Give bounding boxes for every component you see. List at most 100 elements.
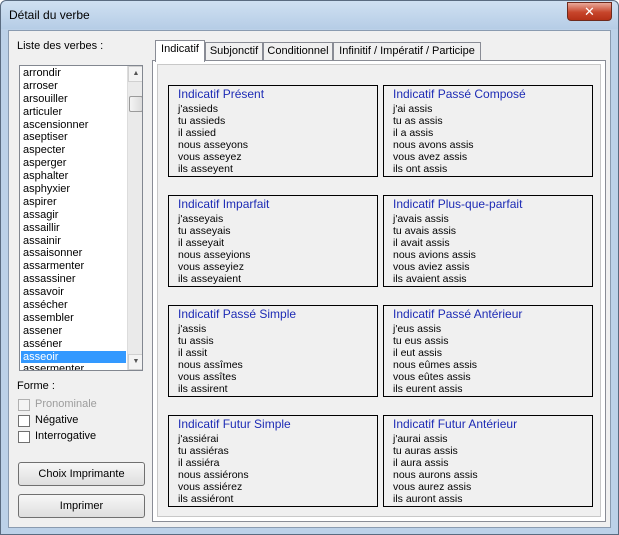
conjugation-line: il avait assis: [393, 237, 450, 249]
tense-title: Indicatif Plus-que-parfait: [393, 197, 523, 211]
conjugation-line: tu assiéras: [178, 445, 229, 457]
conjugation-line: nous eûmes assis: [393, 359, 478, 371]
conjugation-line: vous avez assis: [393, 151, 468, 163]
close-icon: ✕: [584, 4, 595, 19]
print-button[interactable]: Imprimer: [18, 494, 145, 518]
verb-detail-window: Détail du verbe ✕ Liste des verbes : arr…: [0, 0, 619, 535]
conjugation-line: ils auront assis: [393, 493, 463, 505]
verb-list-item[interactable]: assener: [21, 325, 126, 338]
verb-list-item[interactable]: aspirer: [21, 196, 126, 209]
tense-title: Indicatif Futur Antérieur: [393, 417, 518, 431]
conjugation-line: j'avais assis: [393, 213, 449, 225]
verb-list-item[interactable]: asséner: [21, 338, 126, 351]
conjugation-line: j'aurai assis: [393, 433, 448, 445]
tense-title: Indicatif Futur Simple: [178, 417, 291, 431]
conjugation-lines: j'assis tu assis il assit nous assîmes vous …: [178, 323, 243, 395]
verb-list-item[interactable]: assaisonner: [21, 247, 126, 260]
tab-conditionnel[interactable]: Conditionnel: [263, 42, 333, 61]
conjugation-lines: j'eus assis tu eus assis il eut assis nous …: [393, 323, 477, 395]
verb-list-item[interactable]: asperger: [21, 157, 126, 170]
verb-list[interactable]: arrondir arroser arsouiller articuler ascens…: [19, 65, 143, 371]
tab-subjonctif[interactable]: Subjonctif: [205, 42, 263, 61]
conjugation-line: j'assiérai: [178, 433, 219, 445]
scroll-up-button[interactable]: ▲: [128, 66, 142, 82]
conjugation-lines: j'asseyais tu asseyais il asseyait nous ass…: [178, 213, 250, 285]
tense-title: Indicatif Présent: [178, 87, 265, 101]
conjugation-line: ils ont assis: [393, 163, 448, 175]
conjugation-line: nous assiérons: [178, 469, 249, 481]
conjugation-line: tu avais assis: [393, 225, 457, 237]
dialog-client-area: Liste des verbes : arrondir arroser arsoui…: [8, 30, 611, 528]
verb-list-label: Liste des verbes :: [17, 40, 104, 52]
verb-list-item[interactable]: assaillir: [21, 222, 126, 235]
tab-indicatif[interactable]: Indicatif: [155, 40, 205, 62]
conjugation-lines: j'ai assis tu as assis il a assis nous avon…: [393, 103, 474, 175]
title-bar[interactable]: Détail du verbe ✕: [1, 1, 618, 29]
scroll-thumb[interactable]: [129, 96, 142, 112]
conjugation-line: il assit: [178, 347, 208, 359]
arrow-up-icon: ▲: [132, 70, 140, 77]
indicatif-panel: Indicatif Présent j'assieds tu assieds il a…: [152, 60, 606, 522]
verb-list-item[interactable]: aspecter: [21, 144, 126, 157]
verb-list-item[interactable]: assermenter: [21, 363, 126, 370]
choose-printer-button[interactable]: Choix Imprimante: [18, 462, 145, 486]
conjugation-line: ils avaient assis: [393, 273, 467, 285]
conjugation-line: j'asseyais: [178, 213, 224, 225]
checkbox-box[interactable]: [18, 399, 30, 411]
conjugation-line: il assiéra: [178, 457, 220, 469]
verb-list-item[interactable]: assavoir: [21, 286, 126, 299]
verb-list-item[interactable]: asseoir: [21, 350, 126, 364]
conjugation-line: il assied: [178, 127, 216, 139]
checkbox-box[interactable]: [18, 431, 30, 443]
verb-list-scrollbar[interactable]: ▲ ▼: [127, 66, 142, 370]
verb-list-item[interactable]: ascensionner: [21, 119, 126, 132]
conjugation-line: ils eurent assis: [393, 383, 463, 395]
conjugation-line: tu eus assis: [393, 335, 449, 347]
checkbox-box[interactable]: [18, 415, 30, 427]
verb-list-item[interactable]: aseptiser: [21, 131, 126, 144]
tab-infinitif-imperatif-participe[interactable]: Infinitif / Impératif / Participe: [333, 42, 481, 61]
conjugation-line: vous asseyiez: [178, 261, 244, 273]
tense-title: Indicatif Passé Simple: [178, 307, 297, 321]
verb-list-item[interactable]: assécher: [21, 299, 126, 312]
conjugation-line: nous asseyions: [178, 249, 251, 261]
conjugation-line: tu auras assis: [393, 445, 458, 457]
scroll-down-button[interactable]: ▼: [128, 354, 142, 370]
conjugation-line: ils assiéront: [178, 493, 234, 505]
verb-list-item[interactable]: assarmenter: [21, 260, 126, 273]
tense-title: Indicatif Passé Composé: [393, 87, 526, 101]
conjugation-line: nous avions assis: [393, 249, 476, 261]
verb-list-items: arrondir arroser arsouiller articuler ascens…: [21, 67, 126, 370]
tense-grid: Indicatif Présent j'assieds tu assieds il a…: [157, 64, 601, 517]
tense-card: Indicatif Futur Antérieur j'aurai assis tu…: [383, 415, 593, 507]
verb-list-item[interactable]: assassiner: [21, 273, 126, 286]
verb-list-item[interactable]: articuler: [21, 106, 126, 119]
conjugation-lines: j'assiérai tu assiéras il assiéra nous assi…: [178, 433, 249, 505]
conjugation-line: ils asseyent: [178, 163, 233, 175]
conjugation-line: nous avons assis: [393, 139, 474, 151]
verb-list-item[interactable]: assembler: [21, 312, 126, 325]
conjugation-line: ils assirent: [178, 383, 228, 395]
forme-label: Forme :: [17, 380, 55, 392]
verb-list-item[interactable]: asphyxier: [21, 183, 126, 196]
arrow-down-icon: ▼: [132, 358, 140, 365]
verb-list-item[interactable]: assainir: [21, 235, 126, 248]
tense-card: Indicatif Présent j'assieds tu assieds il a…: [168, 85, 378, 177]
tense-card: Indicatif Passé Antérieur j'eus assis tu e…: [383, 305, 593, 397]
conjugation-line: tu assis: [178, 335, 214, 347]
conjugation-line: tu as assis: [393, 115, 443, 127]
verb-list-item[interactable]: arrondir: [21, 67, 126, 80]
conjugation-lines: j'avais assis tu avais assis il avait assi…: [393, 213, 476, 285]
verb-list-item[interactable]: arroser: [21, 80, 126, 93]
tense-card: Indicatif Passé Simple j'assis tu assis il …: [168, 305, 378, 397]
close-button[interactable]: ✕: [567, 2, 612, 21]
verb-list-item[interactable]: asphalter: [21, 170, 126, 183]
conjugation-line: j'eus assis: [393, 323, 442, 335]
conjugation-line: vous asseyez: [178, 151, 242, 163]
verb-list-item[interactable]: arsouiller: [21, 93, 126, 106]
tense-card: Indicatif Futur Simple j'assiérai tu assié…: [168, 415, 378, 507]
tense-card: Indicatif Imparfait j'asseyais tu asseyais…: [168, 195, 378, 287]
conjugation-line: il aura assis: [393, 457, 449, 469]
verb-list-item[interactable]: assagir: [21, 209, 126, 222]
window-title: Détail du verbe: [9, 8, 90, 22]
